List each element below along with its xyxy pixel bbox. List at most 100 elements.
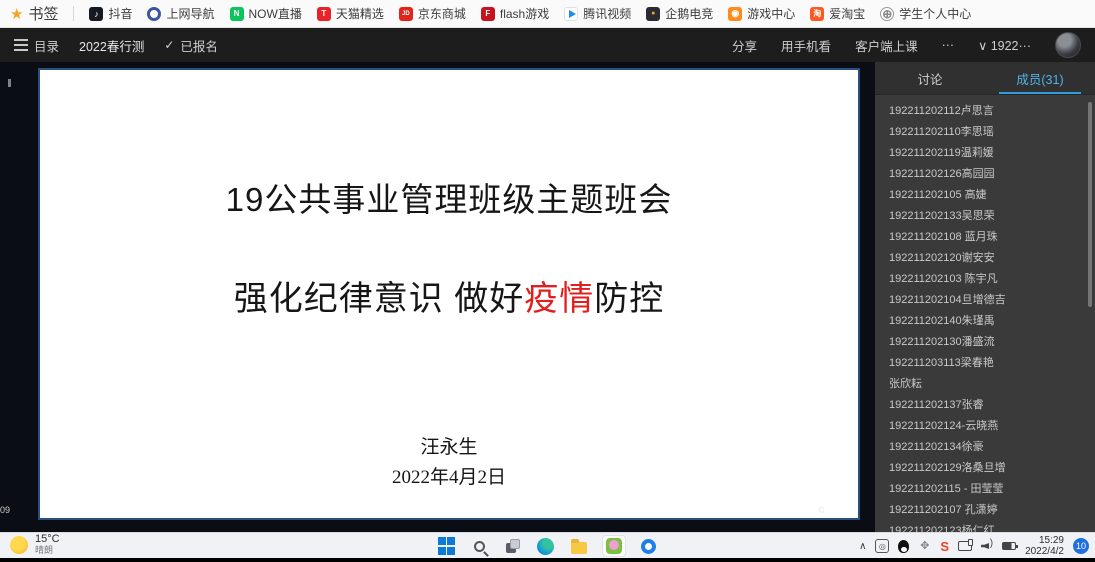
tray-expand-button[interactable]: ∧ [859,541,866,552]
penguin-esports-icon [646,6,661,21]
bookmark-tencent-video[interactable]: 腾讯视频 [564,5,631,22]
task-view-button[interactable] [503,536,523,556]
slide-date: 2022年4月2日 [391,467,506,488]
corner-mark: c [818,502,825,516]
member-row: 192211202115 - 田莹莹 [889,483,1004,495]
bookmark-jd[interactable]: 京东商城 [398,5,466,22]
sogou-input-icon[interactable]: S [940,539,949,554]
jd-icon [398,6,413,21]
aitaobao-icon [810,6,825,21]
share-button[interactable]: 分享 [732,36,757,55]
tencent-video-icon [564,6,579,21]
taskbar-app-icons [437,533,659,559]
clock[interactable]: 15:29 2022/4/2 [1025,535,1064,557]
avatar[interactable] [1055,32,1081,58]
enrolled-label: 已报名 [180,39,218,54]
catalog-button[interactable]: 目录 [14,36,59,55]
bookmarks-star[interactable]: ★ 书签 [10,3,58,24]
edge-icon [537,537,554,555]
bookmark-label: 企鹅电竞 [665,7,714,21]
more-menu-button[interactable]: ··· [942,38,955,52]
file-explorer-button[interactable] [569,536,589,556]
member-row: 192211202108 蓝月珠 [889,231,998,243]
speaker-icon[interactable] [981,538,993,551]
clock-date: 2022/4/2 [1025,546,1064,557]
member-row: 192211203113梁春艳 [889,357,994,369]
sidebar-tabs: 讨论 成员(31) [875,62,1095,95]
swirl-tray-icon[interactable]: ◎ [875,539,890,553]
file-explorer-icon [570,538,587,554]
member-list-scrollbar[interactable] [1088,102,1092,307]
account-dropdown[interactable]: ∨ 1922··· [978,38,1031,53]
bookmark-label: 腾讯视频 [583,7,632,21]
slide-author: 汪永生 [420,437,478,458]
tab-discussion[interactable]: 讨论 [875,62,985,94]
student-center-icon [880,6,895,21]
game-center-icon [728,6,743,21]
tab-members[interactable]: 成员(31) [985,62,1095,94]
slide: 19公共事业管理班级主题班会 强化纪律意识 做好疫情防控 汪永生 2022年4月… [38,68,860,520]
sun-icon [10,536,28,554]
now-live-icon [229,6,244,21]
page-mark: 09 [0,505,11,515]
member-row: 192211202110李思瑶 [889,126,994,138]
member-row: 192211202126高园园 [889,168,995,180]
clock-time: 15:29 [1038,535,1064,546]
member-row: 192211202120谢安安 [889,252,995,264]
bookmark-game-center[interactable]: 游戏中心 [728,5,795,22]
menu-icon [14,39,28,51]
member-row: 192211202103 陈宇凡 [889,273,998,285]
navigation-icon [147,6,162,21]
subtitle-highlight: 疫情 [524,280,595,318]
presentation-stage: 19公共事业管理班级主题班会 强化纪律意识 做好疫情防控 汪永生 2022年4月… [0,62,875,532]
windows-icon [437,537,456,555]
weather-widget[interactable]: 15°C 晴朗 [10,534,60,556]
member-row: 192211202104旦增德吉 [889,294,1006,306]
class-app-icon [605,538,622,554]
bookmark-student-center[interactable]: 学生个人中心 [880,5,971,22]
task-view-icon [505,539,520,553]
bookmarks-bar: ★ 书签 抖音 上网导航 NOW直播 天猫精选 京东商城 flash游戏 [0,0,1095,28]
weather-condition: 晴朗 [35,545,54,555]
search-button[interactable] [470,536,490,556]
qq-icon[interactable] [898,539,910,553]
bookmark-label: 上网导航 [166,7,215,21]
bookmarks-divider [73,6,75,21]
member-row: 192211202134徐豪 [889,441,984,453]
bookmark-tmall[interactable]: 天猫精选 [316,5,384,22]
start-button[interactable] [437,536,457,556]
slide-title: 19公共事业管理班级主题班会 [225,181,673,218]
bookmark-penguin-esports[interactable]: 企鹅电竞 [646,5,713,22]
member-row: 192211202140朱瑾禹 [889,315,995,327]
member-list[interactable]: 192211202112卢思言 192211202110李思瑶 19221120… [875,95,1095,532]
member-row: 192211202119温莉媛 [889,147,994,159]
battery-icon[interactable] [1002,542,1019,550]
edge-button[interactable] [536,536,556,556]
member-row: 张欣耘 [889,378,922,390]
bookmark-flash-games[interactable]: flash游戏 [480,5,549,22]
tool-tray-icon[interactable]: ✥ [918,540,931,553]
member-row: 192211202124-云晓燕 [889,420,999,432]
course-title: 2022春行测 [79,39,145,54]
course-toolbar: 目录 2022春行测 ✓ 已报名 分享 用手机看 客户端上课 ··· ∨ 192… [0,28,1095,62]
bookmark-navigation[interactable]: 上网导航 [147,5,215,22]
cast-icon[interactable] [958,539,974,551]
bookmark-douyin[interactable]: 抖音 [89,5,132,22]
notification-badge[interactable]: 10 [1073,538,1089,554]
check-icon: ✓ [164,38,175,52]
client-class-button[interactable]: 客户端上课 [855,36,918,55]
taskbar: 15°C 晴朗 ∧ ◎ ✥ S) 15:29 2022/4/2 10 [0,532,1095,558]
member-row: 192211202123杨仁红 [889,525,995,532]
bookmark-label: 京东商城 [417,7,466,21]
watch-on-phone-button[interactable]: 用手机看 [781,36,831,55]
bookmark-aitaobao[interactable]: 爱淘宝 [810,5,865,22]
bookmark-now-live[interactable]: NOW直播 [229,5,302,22]
class-app-button[interactable] [601,535,626,557]
subtitle-text: 强化纪律意识 做好 [233,280,525,318]
bookmark-label: 天猫精选 [335,7,384,21]
browser-app-button[interactable] [639,536,659,556]
subtitle-text: 防控 [594,280,665,318]
edge-artifact [8,79,11,87]
douyin-icon [89,6,104,21]
more-icon: ··· [941,38,955,52]
